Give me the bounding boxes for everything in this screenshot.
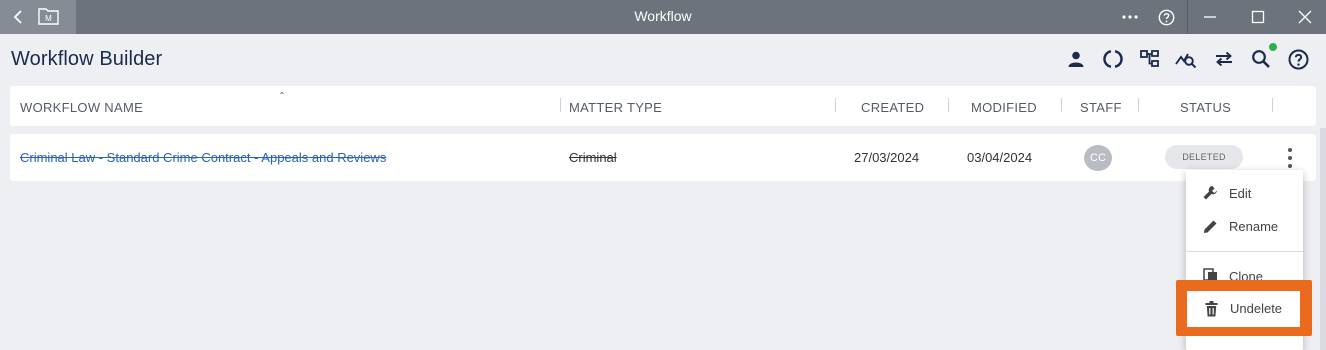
wrench-icon [1202, 185, 1218, 201]
folder-letter: M [45, 14, 52, 23]
modified-date-cell: 03/04/2024 [967, 150, 1033, 165]
sort-ascending-icon[interactable]: ˆ [280, 90, 284, 104]
menu-item-undelete[interactable]: Undelete [1187, 291, 1300, 327]
row-actions-menu-icon[interactable] [1282, 148, 1298, 168]
close-icon[interactable] [1293, 6, 1317, 28]
column-header-created[interactable]: CREATED [861, 100, 924, 115]
back-icon[interactable] [8, 6, 28, 28]
column-header-status[interactable]: STATUS [1180, 100, 1231, 115]
notification-dot [1269, 43, 1277, 51]
column-divider[interactable] [1138, 98, 1139, 112]
column-header-matter-type[interactable]: MATTER TYPE [569, 100, 662, 115]
table-row[interactable]: Criminal Law - Standard Crime Contract -… [10, 134, 1316, 181]
menu-divider [1186, 251, 1303, 252]
menu-item-edit[interactable]: Edit [1186, 178, 1303, 208]
staff-avatar: CC [1084, 145, 1112, 171]
swap-arrows-icon[interactable] [1213, 48, 1235, 70]
maximize-icon[interactable] [1246, 6, 1270, 28]
column-divider[interactable] [835, 98, 836, 112]
page-title: Workflow Builder [11, 48, 163, 70]
column-header-modified[interactable]: MODIFIED [971, 100, 1037, 115]
help-circle-icon[interactable] [1287, 48, 1309, 70]
workflow-name-link[interactable]: Criminal Law - Standard Crime Contract -… [20, 150, 386, 165]
menu-item-label: Undelete [1230, 301, 1283, 316]
org-chart-icon[interactable] [1139, 48, 1161, 70]
more-horizontal-icon[interactable] [1118, 6, 1142, 28]
menu-item-label: Rename [1229, 219, 1279, 234]
column-divider[interactable] [948, 98, 949, 112]
search-icon[interactable] [1250, 48, 1272, 70]
column-divider[interactable] [560, 98, 561, 112]
table-header: WORKFLOW NAME ˆ MATTER TYPE CREATED MODI… [10, 86, 1316, 126]
matter-type-cell: Criminal [569, 150, 617, 165]
created-date-cell: 27/03/2024 [854, 150, 920, 165]
pencil-icon [1202, 218, 1218, 234]
menu-item-rename[interactable]: Rename [1186, 211, 1303, 241]
window-titlebar: M Workflow [0, 0, 1326, 34]
trash-icon [1203, 301, 1219, 317]
titlebar-divider [1187, 0, 1188, 34]
scrollbar[interactable] [1320, 128, 1326, 350]
analytics-search-icon[interactable] [1175, 48, 1197, 70]
column-divider[interactable] [1272, 98, 1273, 112]
help-circle-icon[interactable] [1154, 6, 1178, 28]
menu-item-label: Edit [1229, 186, 1252, 201]
minimize-icon[interactable] [1198, 6, 1222, 28]
column-divider[interactable] [1061, 98, 1062, 112]
column-header-staff[interactable]: STAFF [1080, 100, 1122, 115]
person-icon[interactable] [1065, 48, 1087, 70]
circle-refresh-icon[interactable] [1102, 48, 1124, 70]
column-header-workflow-name[interactable]: WORKFLOW NAME [20, 100, 143, 115]
folder-m-icon[interactable]: M [38, 7, 59, 25]
status-badge: DELETED [1165, 145, 1243, 169]
